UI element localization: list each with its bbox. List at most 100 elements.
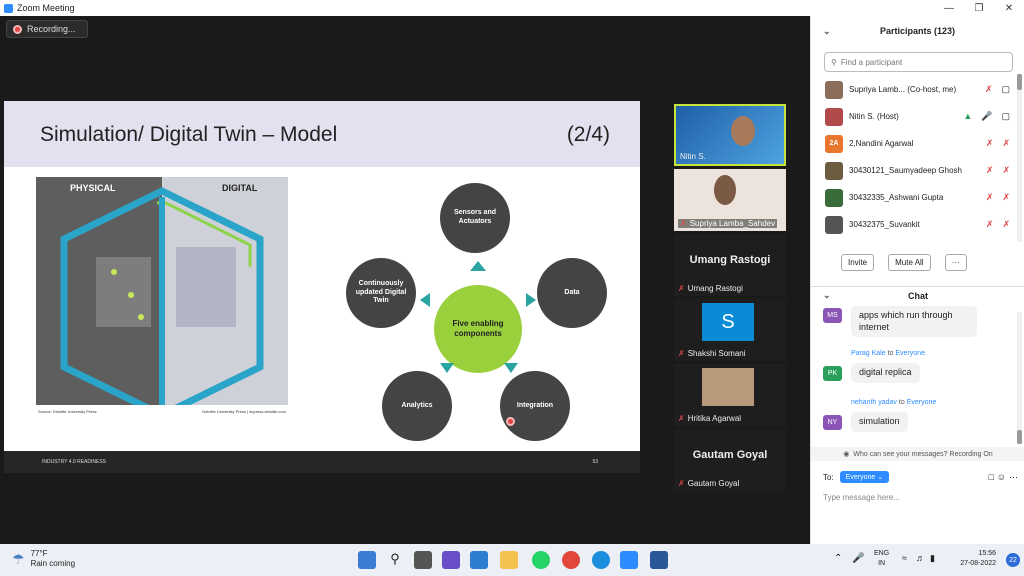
arrow-bottom-left: [440, 363, 454, 373]
avatar: [825, 80, 843, 99]
video-off-icon[interactable]: ✗: [1002, 165, 1010, 176]
avatar: [825, 161, 843, 180]
video-tile-shakshi[interactable]: S ✗ Shakshi Somani: [674, 299, 786, 361]
zoom-icon[interactable]: [620, 551, 638, 569]
scrollbar-thumb[interactable]: [1017, 430, 1022, 444]
search-icon: ⚲: [831, 57, 837, 67]
avatar: S: [702, 303, 754, 341]
edge-icon[interactable]: [592, 551, 610, 569]
participant-row[interactable]: Supriya Lamb... (Co-host, me) ✗ ▢: [811, 76, 1024, 103]
participant-row[interactable]: 30432335_Ashwani Gupta ✗ ✗: [811, 184, 1024, 211]
diagram-source: Source: Deloitte University Press. Deloi…: [36, 405, 288, 417]
chat-visibility-notice[interactable]: ◉ Who can see your messages? Recording O…: [811, 447, 1024, 461]
mic-off-icon: ✗: [678, 349, 685, 358]
zoom-app-icon: [4, 3, 13, 13]
video-name: ✗ Umang Rastogi: [678, 284, 743, 293]
center-component: Five enabling components: [434, 285, 522, 373]
scrollbar-thumb[interactable]: [1017, 74, 1022, 90]
chevron-down-icon[interactable]: ⌄: [823, 290, 831, 301]
video-icon[interactable]: ▢: [1001, 111, 1010, 122]
share-screen-icon: ▲: [963, 111, 973, 121]
arrow-up: [470, 261, 486, 271]
avatar: [825, 215, 843, 234]
mic-off-icon: ✗: [678, 479, 685, 488]
battery-icon[interactable]: ▮: [930, 553, 935, 564]
slide-title: Simulation/ Digital Twin – Model: [40, 123, 338, 146]
component-integration: Integration: [500, 371, 570, 441]
mic-off-icon[interactable]: ✗: [986, 165, 994, 176]
taskbar: ☂ 77°F Rain coming ⚲ ⌃ 🎤 ENG IN ≈ ♬ ▮ 15:5…: [0, 544, 1024, 576]
video-tile-gautam[interactable]: Gautam Goyal ✗ Gautam Goyal: [674, 429, 786, 491]
word-icon[interactable]: [650, 551, 668, 569]
participants-scrollbar[interactable]: [1017, 74, 1022, 242]
more-button[interactable]: ···: [944, 254, 967, 271]
wifi-icon[interactable]: ≈: [902, 553, 907, 563]
video-name: ✗ Hritika Agarwal: [678, 414, 742, 423]
message-meta: Parag Kale to Everyone: [851, 350, 925, 357]
shared-slide: Simulation/ Digital Twin – Model (2/4) P…: [4, 101, 640, 473]
close-button[interactable]: ✕: [994, 0, 1024, 16]
video-tile-supriya[interactable]: ✗ Supriya Lamba_Sahdev: [674, 169, 786, 231]
invite-button[interactable]: Invite: [841, 254, 875, 271]
mic-off-icon[interactable]: ✗: [986, 192, 994, 203]
participant-row[interactable]: 30430121_Saumyadeep Ghosh ✗ ✗: [811, 157, 1024, 184]
store-icon[interactable]: [470, 551, 488, 569]
recording-indicator[interactable]: Recording...: [6, 20, 88, 38]
language-indicator[interactable]: ENG IN: [874, 549, 889, 569]
message-text: simulation: [851, 412, 908, 432]
chat-title: Chat: [908, 290, 928, 301]
mic-off-icon: ✗: [678, 414, 685, 423]
avatar: [702, 368, 754, 406]
clock[interactable]: 15:56 27-08-2022: [960, 549, 996, 569]
search-icon[interactable]: ⚲: [386, 551, 404, 569]
chevron-down-icon[interactable]: ⌄: [823, 26, 831, 37]
restore-button[interactable]: ❐: [964, 0, 994, 16]
task-view-icon[interactable]: [414, 551, 432, 569]
participant-row[interactable]: 30432375_Suvankit ✗ ✗: [811, 211, 1024, 238]
more-icon[interactable]: ⋯: [1009, 472, 1018, 483]
mic-off-icon[interactable]: ✗: [986, 138, 994, 149]
video-off-icon[interactable]: ✗: [1002, 219, 1010, 230]
digital-twin-diagram: PHYSICAL DIGITAL Source: Deloitte Univer…: [36, 177, 288, 417]
component-analytics: Analytics: [382, 371, 452, 441]
video-tile-umang[interactable]: Umang Rastogi ✗ Umang Rastogi: [674, 234, 786, 296]
window-title: Zoom Meeting: [17, 3, 75, 13]
mic-icon[interactable]: 🎤: [981, 111, 992, 122]
microphone-icon[interactable]: 🎤: [852, 553, 864, 564]
recipient-select[interactable]: Everyone ⌄: [839, 471, 890, 483]
title-bar: Zoom Meeting — ❐ ✕: [0, 0, 1024, 16]
participant-row[interactable]: 2A 2,Nandini Agarwal ✗ ✗: [811, 130, 1024, 157]
chevron-up-icon[interactable]: ⌃: [834, 553, 842, 564]
side-panel: ⌄ Participants (123) ⚲ Find a participan…: [810, 16, 1024, 544]
chat-scrollbar[interactable]: [1017, 312, 1022, 444]
file-icon[interactable]: □: [989, 472, 994, 482]
video-tile-hritika[interactable]: ✗ Hritika Agarwal: [674, 364, 786, 426]
start-icon[interactable]: [358, 551, 376, 569]
participant-face: [714, 175, 736, 205]
whatsapp-icon[interactable]: [532, 551, 550, 569]
notification-badge[interactable]: 22: [1006, 553, 1020, 567]
weather-widget[interactable]: ☂ 77°F Rain coming: [12, 549, 75, 570]
speaker-icon[interactable]: ♬: [916, 553, 925, 563]
participants-actions: Invite Mute All ···: [811, 254, 1024, 271]
physical-label: PHYSICAL: [70, 183, 116, 193]
participant-row[interactable]: Nitin S. (Host) ▲ 🎤 ▢: [811, 103, 1024, 130]
video-icon[interactable]: ▢: [1001, 84, 1010, 95]
video-name: ✗ Shakshi Somani: [678, 349, 746, 358]
teams-chat-icon[interactable]: [442, 551, 460, 569]
recording-label: Recording...: [27, 24, 76, 34]
video-off-icon[interactable]: ✗: [1002, 192, 1010, 203]
emoji-icon[interactable]: ☺: [997, 472, 1006, 482]
chrome-icon[interactable]: [562, 551, 580, 569]
video-tile-nitin[interactable]: Nitin S.: [674, 104, 786, 166]
avatar: PK: [823, 366, 842, 381]
mic-off-icon[interactable]: ✗: [985, 84, 993, 95]
mic-off-icon[interactable]: ✗: [986, 219, 994, 230]
mute-all-button[interactable]: Mute All: [888, 254, 931, 271]
minimize-button[interactable]: —: [934, 0, 964, 16]
participants-title: Participants (123): [879, 26, 956, 36]
file-explorer-icon[interactable]: [500, 551, 518, 569]
chat-input[interactable]: Type message here...: [823, 493, 900, 502]
video-off-icon[interactable]: ✗: [1002, 138, 1010, 149]
search-input[interactable]: ⚲ Find a participant: [824, 52, 1013, 72]
